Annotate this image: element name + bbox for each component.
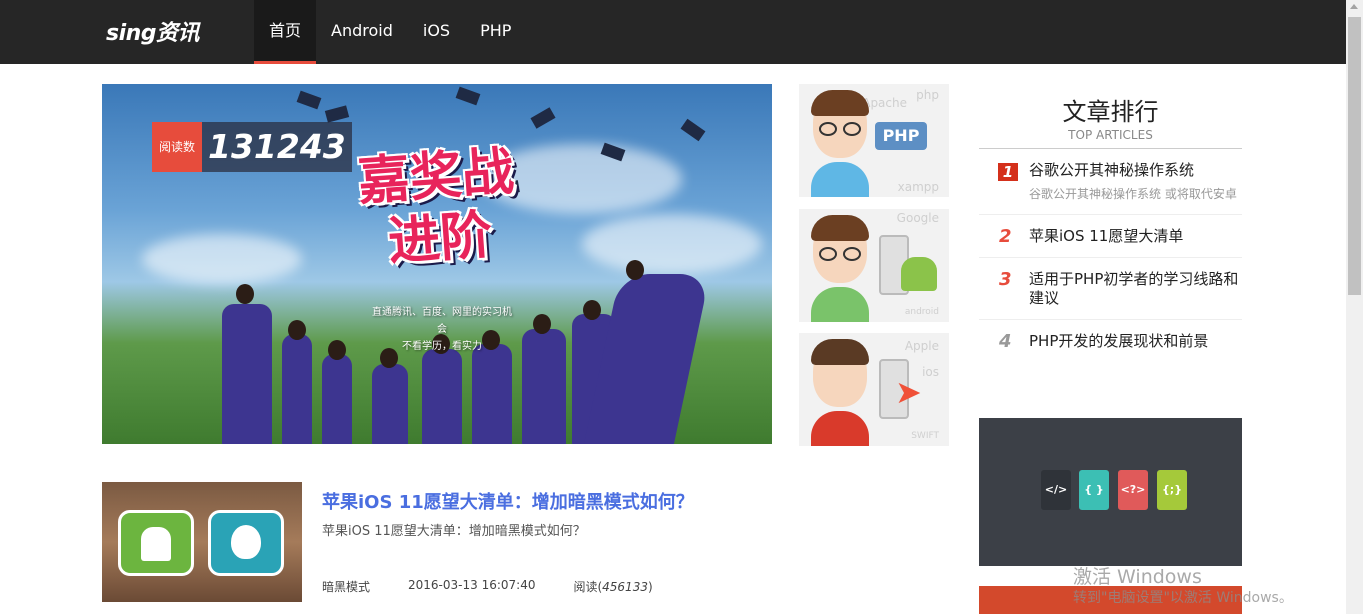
avatar-hair [811,90,869,116]
top-articles-panel: 文章排行 TOP ARTICLES 1 谷歌公开其神秘操作系统 谷歌公开其神秘操… [979,84,1242,362]
card-tag-swift: SWIFT [911,431,939,441]
card-tag-php: php [916,88,939,102]
graduate-figure [282,334,312,444]
hero-banner[interactable]: 阅读数 131243 嘉奖战进阶 直通腾讯、百度、网里的实习机会 不看学历，看实… [102,84,772,444]
nav-item-php[interactable]: PHP [465,0,526,64]
apple-app-icon [208,510,284,576]
php-file-icon: <?> [1118,470,1148,510]
card-tag-android: android [904,307,939,317]
windows-activation-watermark: 激活 Windows [1073,566,1202,588]
article-description: 苹果iOS 11愿望大清单：增加暗黑模式如何？ [322,524,586,539]
article-list-item: 苹果iOS 11愿望大清单：增加暗黑模式如何？ 苹果iOS 11愿望大清单：增加… [102,482,702,602]
graduate-figure [322,354,352,444]
top-navbar: sing资讯 首页 Android iOS PHP [0,0,1346,64]
graduate-figure [583,274,711,444]
graduate-head [328,340,346,360]
graduate-head [626,260,644,280]
banner-title: 嘉奖战进阶 [355,141,516,273]
graduate-figure [372,364,408,444]
php-category-card[interactable]: php Apache xampp PHP [799,84,949,197]
article-title-link[interactable]: 苹果iOS 11愿望大清单：增加暗黑模式如何？ [322,488,694,514]
cloud-decoration [582,214,762,274]
graduate-figure [422,349,462,444]
scrollbar-thumb[interactable] [1348,17,1361,295]
avatar-hair [811,215,869,241]
android-icon [901,257,937,291]
site-logo[interactable]: sing资讯 [106,15,200,47]
grad-cap-icon [296,90,322,110]
graduate-head [236,284,254,304]
rank-number: 4 [999,331,1012,352]
article-tag[interactable]: 暗黑模式 [322,578,370,595]
card-tag-xampp: xampp [897,180,939,194]
php-logo-icon: PHP [875,122,927,150]
rank-number: 1 [998,163,1018,181]
article-views-close: ) [647,580,653,594]
article-views-label: 阅读( [573,580,603,594]
avatar-body [811,411,869,446]
article-thumbnail[interactable] [102,482,302,602]
graduate-head [288,320,306,340]
sidebar-promo-image[interactable]: </> { } <?> {;} [979,418,1242,566]
android-app-icon [118,510,194,576]
rank-item-title[interactable]: 苹果iOS 11愿望大清单 [1029,227,1242,246]
rank-item-2[interactable]: 2 苹果iOS 11愿望大清单 [979,215,1242,258]
avatar-body [811,162,869,197]
article-views: 阅读(456133) [573,578,652,595]
rank-item-3[interactable]: 3 适用于PHP初学者的学习线路和建议 [979,258,1242,320]
main-nav: 首页 Android iOS PHP [254,0,526,64]
rank-item-4[interactable]: 4 PHP开发的发展现状和前景 [979,320,1242,362]
ios-category-card[interactable]: Apple ios SWIFT ➤ [799,333,949,446]
read-count-value: 131243 [202,122,352,172]
rank-number: 2 [999,226,1012,247]
grad-cap-icon [324,105,350,123]
read-count-badge: 阅读数 131243 [152,122,352,172]
banner-subtitle-line2: 不看学历，看实力 [402,341,482,352]
rank-item-title[interactable]: PHP开发的发展现状和前景 [1029,332,1242,351]
avatar-body [811,287,869,322]
card-tag-apache: Apache [862,96,907,110]
article-date: 2016-03-13 16:07:40 [408,578,536,592]
android-category-card[interactable]: Google android [799,209,949,322]
grad-cap-icon [680,118,706,142]
grad-cap-icon [455,86,481,106]
scroll-up-icon[interactable] [1350,4,1358,9]
code-file-icon: </> [1041,470,1071,510]
graduate-head [583,300,601,320]
graduate-figure [222,304,272,444]
rank-number: 3 [999,269,1012,290]
glasses-icon [819,122,863,136]
nav-item-ios[interactable]: iOS [408,0,465,64]
css-file-icon: {;} [1157,470,1187,510]
avatar-hair [811,339,869,365]
cloud-decoration [142,234,302,284]
rank-item-title[interactable]: 谷歌公开其神秘操作系统 [1029,161,1242,180]
article-views-count: 456133 [602,580,648,594]
windows-activation-hint: 转到"电脑设置"以激活 Windows。 [1073,590,1293,606]
nav-item-home[interactable]: 首页 [254,0,317,64]
graduate-figure [472,344,512,444]
rank-item-title[interactable]: 适用于PHP初学者的学习线路和建议 [1029,270,1242,308]
grad-cap-icon [530,107,556,129]
card-tag-google: Google [896,211,939,225]
nav-item-android[interactable]: Android [316,0,408,64]
glasses-icon [819,247,863,261]
graduate-head [533,314,551,334]
rank-item-1[interactable]: 1 谷歌公开其神秘操作系统 谷歌公开其神秘操作系统 或将取代安卓 [979,149,1242,215]
top-articles-subtitle: TOP ARTICLES [979,128,1242,149]
rank-item-description: 谷歌公开其神秘操作系统 或将取代安卓 [1029,187,1237,201]
json-file-icon: { } [1079,470,1109,510]
top-articles-title: 文章排行 [1062,98,1159,126]
article-meta: 暗黑模式 2016-03-13 16:07:40 阅读(456133) [322,578,691,595]
read-count-label: 阅读数 [152,122,202,172]
banner-subtitle: 直通腾讯、百度、网里的实习机会 不看学历，看实力 [372,304,512,355]
card-tag-apple: Apple [904,339,939,353]
banner-subtitle-line1: 直通腾讯、百度、网里的实习机会 [372,307,512,335]
swift-icon: ➤ [895,373,922,411]
graduate-figure [522,329,566,444]
